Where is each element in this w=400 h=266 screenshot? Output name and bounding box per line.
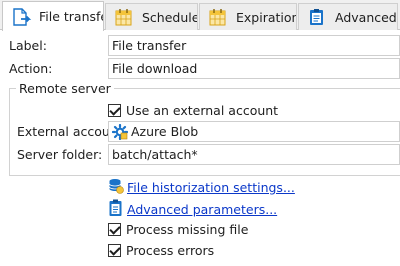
server-folder-field[interactable]: batch/attach* <box>108 144 400 165</box>
use-external-account-checkbox[interactable] <box>108 104 121 117</box>
azure-blob-icon <box>111 123 129 141</box>
use-external-account-label: Use an external account <box>126 103 279 118</box>
advanced-parameters-link[interactable]: Advanced parameters... <box>127 202 277 217</box>
tab-label: File transfer <box>39 9 103 24</box>
tab-expiration[interactable]: Expiration <box>199 3 297 30</box>
tab-label: Expiration <box>236 9 297 25</box>
tab-label: Advanced <box>335 9 397 25</box>
process-errors-label: Process errors <box>126 243 215 258</box>
tab-file-transfer[interactable]: File transfer <box>2 1 104 31</box>
action-field[interactable]: File download <box>108 58 400 79</box>
file-historization-settings-link[interactable]: File historization settings... <box>127 180 295 195</box>
tab-label: Schedule <box>142 9 198 25</box>
tab-bar: File transfer Schedule <box>0 0 400 31</box>
process-errors-checkbox[interactable] <box>108 244 121 257</box>
tab-schedule[interactable]: Schedule <box>105 3 198 30</box>
tab-advanced[interactable]: Advanced <box>298 3 398 30</box>
process-missing-file-checkbox[interactable] <box>108 223 121 236</box>
calendar-icon <box>208 8 230 26</box>
action-caption: Action: <box>9 61 53 76</box>
process-missing-file-label: Process missing file <box>126 222 249 237</box>
label-caption: Label: <box>9 38 47 53</box>
clipboard-icon <box>108 199 124 220</box>
server-folder-caption: Server folder: <box>17 147 103 162</box>
external-account-field[interactable]: Azure Blob <box>108 121 400 142</box>
clipboard-icon <box>307 8 329 26</box>
external-account-value: Azure Blob <box>131 124 199 139</box>
database-settings-icon <box>108 178 124 197</box>
calendar-icon <box>114 8 136 26</box>
label-field[interactable]: File transfer <box>108 35 400 56</box>
remote-server-title: Remote server <box>16 81 114 96</box>
file-transfer-icon <box>11 7 33 26</box>
